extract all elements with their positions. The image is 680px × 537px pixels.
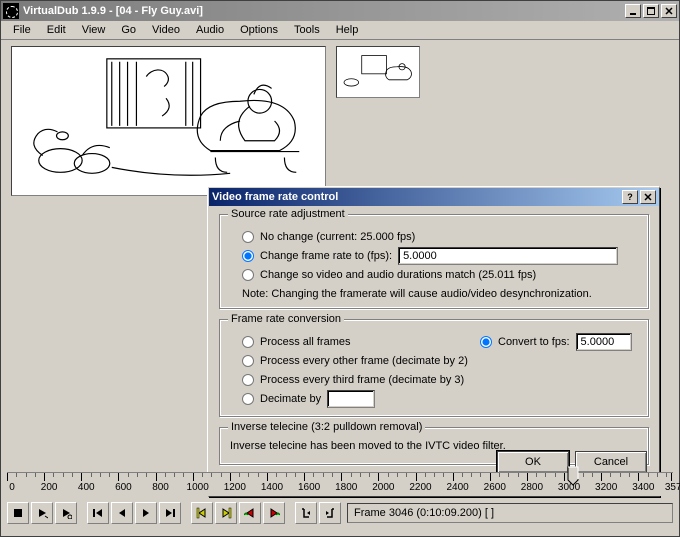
output-video-pane[interactable] [336, 46, 420, 98]
radio-match-durations[interactable] [242, 269, 254, 281]
timeline-tick: 2800 [527, 473, 528, 481]
dialog-titlebar[interactable]: Video frame rate control ? [209, 188, 659, 206]
dialog-title: Video frame rate control [212, 191, 338, 203]
group-inverse-telecine-legend: Inverse telecine (3:2 pulldown removal) [228, 421, 425, 433]
main-window: VirtualDub 1.9.9 - [04 - Fly Guy.avi] Fi… [0, 0, 680, 537]
timeline-tick: 3200 [601, 473, 602, 481]
timeline-tick: 3000 [564, 473, 565, 481]
next-keyframe-button[interactable] [215, 502, 237, 524]
note-desync: Note: Changing the framerate will cause … [242, 288, 638, 300]
goto-start-button[interactable] [87, 502, 109, 524]
dialog-close-button[interactable] [640, 190, 656, 204]
window-title: VirtualDub 1.9.9 - [04 - Fly Guy.avi] [23, 5, 203, 17]
timeline-tick: 2200 [416, 473, 417, 481]
menu-tools[interactable]: Tools [286, 22, 328, 38]
menu-audio[interactable]: Audio [188, 22, 232, 38]
mark-in-button[interactable] [295, 502, 317, 524]
framerate-dialog: Video frame rate control ? Source rate a… [208, 187, 660, 497]
menu-go[interactable]: Go [113, 22, 144, 38]
input-video-pane[interactable] [11, 46, 326, 196]
video-frame-sketch-small [337, 47, 419, 97]
radio-process-all-label: Process all frames [260, 336, 350, 348]
radio-convert-fps-label: Convert to fps: [498, 336, 570, 348]
timeline-tick: 600 [118, 473, 119, 481]
maximize-button[interactable] [643, 4, 659, 18]
app-icon [3, 3, 19, 19]
menu-view[interactable]: View [74, 22, 114, 38]
group-source-rate-legend: Source rate adjustment [228, 208, 348, 220]
play-output-button[interactable] [55, 502, 77, 524]
radio-change-fps[interactable] [242, 250, 254, 262]
group-framerate-conversion: Frame rate conversion Process all frames… [219, 319, 649, 417]
ok-button[interactable]: OK [497, 451, 569, 473]
timeline-tick: 0 [7, 473, 8, 481]
timeline-position-marker[interactable] [567, 466, 579, 492]
timeline-tick: 2000 [378, 473, 379, 481]
input-change-fps[interactable] [398, 247, 618, 265]
radio-decimate-3-label: Process every third frame (decimate by 3… [260, 374, 464, 386]
frame-status-text: Frame 3046 (0:10:09.200) [ ] [354, 507, 494, 519]
timeline-ruler[interactable]: 0 200 400 600 800 1000 1200 1400 1600 1800 2000 220… [7, 472, 673, 496]
timeline-tick: 3576 [671, 473, 672, 481]
radio-match-durations-label: Change so video and audio durations matc… [260, 269, 536, 281]
minimize-button[interactable] [625, 4, 641, 18]
timeline-tick: 1400 [267, 473, 268, 481]
transport-toolbar: Frame 3046 (0:10:09.200) [ ] [7, 500, 673, 526]
timeline[interactable]: 0 200 400 600 800 1000 1200 1400 1600 1800 2000 220… [7, 472, 673, 496]
radio-decimate-by-label: Decimate by [260, 393, 321, 405]
video-frame-sketch [12, 47, 325, 195]
group-framerate-conversion-legend: Frame rate conversion [228, 313, 344, 325]
timeline-tick: 3400 [638, 473, 639, 481]
menu-bar: File Edit View Go Video Audio Options To… [1, 21, 679, 40]
radio-change-fps-label: Change frame rate to (fps): [260, 250, 392, 262]
radio-process-all[interactable] [242, 336, 254, 348]
frame-status: Frame 3046 (0:10:09.200) [ ] [347, 503, 673, 523]
mark-out-button[interactable] [319, 502, 341, 524]
timeline-tick: 1600 [304, 473, 305, 481]
radio-decimate-2[interactable] [242, 355, 254, 367]
radio-decimate-by[interactable] [242, 393, 254, 405]
timeline-tick: 200 [44, 473, 45, 481]
prev-drop-button[interactable] [239, 502, 261, 524]
radio-convert-fps[interactable] [480, 336, 492, 348]
menu-help[interactable]: Help [328, 22, 367, 38]
radio-decimate-2-label: Process every other frame (decimate by 2… [260, 355, 468, 367]
prev-frame-button[interactable] [111, 502, 133, 524]
menu-file[interactable]: File [5, 22, 39, 38]
input-convert-fps[interactable] [576, 333, 632, 351]
content-area: Video frame rate control ? Source rate a… [1, 40, 679, 535]
dialog-help-button[interactable]: ? [622, 190, 638, 204]
radio-no-change-label: No change (current: 25.000 fps) [260, 231, 415, 243]
timeline-tick: 800 [156, 473, 157, 481]
menu-options[interactable]: Options [232, 22, 286, 38]
timeline-tick: 2400 [453, 473, 454, 481]
timeline-tick: 1200 [230, 473, 231, 481]
group-source-rate: Source rate adjustment No change (curren… [219, 214, 649, 309]
menu-edit[interactable]: Edit [39, 22, 74, 38]
goto-end-button[interactable] [159, 502, 181, 524]
timeline-tick: 400 [81, 473, 82, 481]
radio-decimate-3[interactable] [242, 374, 254, 386]
input-decimate-by[interactable] [327, 390, 375, 408]
menu-video[interactable]: Video [144, 22, 188, 38]
prev-keyframe-button[interactable] [191, 502, 213, 524]
timeline-tick: 2600 [490, 473, 491, 481]
cancel-button[interactable]: Cancel [575, 451, 647, 473]
timeline-tick: 1000 [193, 473, 194, 481]
next-drop-button[interactable] [263, 502, 285, 524]
titlebar[interactable]: VirtualDub 1.9.9 - [04 - Fly Guy.avi] [1, 1, 679, 21]
radio-no-change[interactable] [242, 231, 254, 243]
close-button[interactable] [661, 4, 677, 18]
timeline-tick: 1800 [341, 473, 342, 481]
stop-button[interactable] [7, 502, 29, 524]
next-frame-button[interactable] [135, 502, 157, 524]
play-input-button[interactable] [31, 502, 53, 524]
